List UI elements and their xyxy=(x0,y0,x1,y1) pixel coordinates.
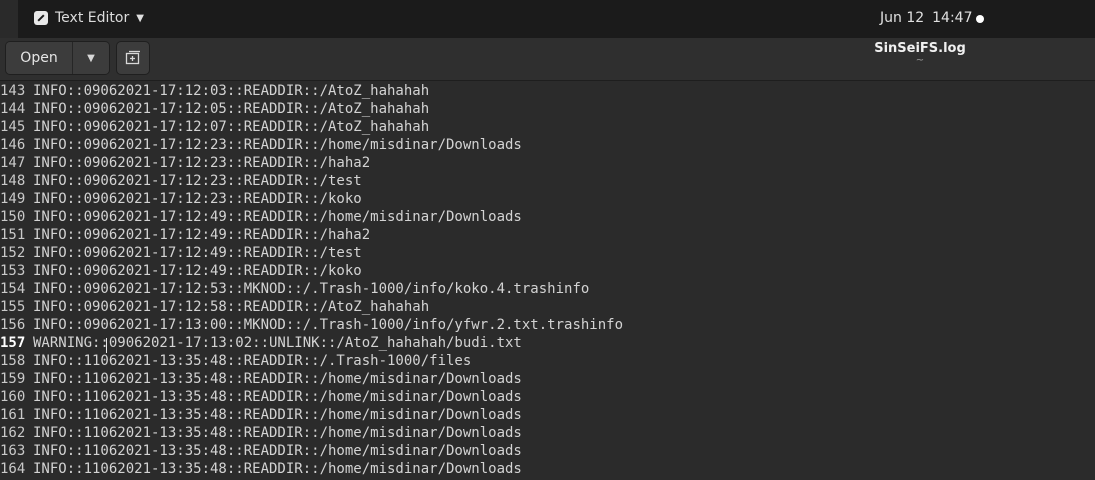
line-number: 157 xyxy=(0,335,26,351)
text-line[interactable]: 151 INFO::09062021-17:12:49::READDIR::/ha… xyxy=(0,226,1095,244)
line-text: INFO::09062021-17:12:23::READDIR::/home/… xyxy=(33,137,522,153)
line-text: INFO::11062021-13:35:48::READDIR::/home/… xyxy=(33,407,522,423)
text-line[interactable]: 153 INFO::09062021-17:12:49::READDIR::/ko… xyxy=(0,262,1095,280)
line-text: INFO::09062021-17:12:05::READDIR::/AtoZ_… xyxy=(33,101,430,117)
line-text: INFO::09062021-17:12:23::READDIR::/test xyxy=(33,173,362,189)
text-line[interactable]: 143 INFO::09062021-17:12:03::READDIR::/At… xyxy=(0,82,1095,100)
line-number: 149 xyxy=(0,191,26,207)
line-text: INFO::09062021-17:12:49::READDIR::/home/… xyxy=(33,209,522,225)
current-line[interactable]: 157 WARNING::09062021-17:13:02::UNLINK::/… xyxy=(0,334,1095,352)
line-number: 143 xyxy=(0,83,26,99)
line-text: INFO::09062021-17:12:03::READDIR::/AtoZ_… xyxy=(33,83,430,99)
top-bar: Text Editor ▼ Jun 12 14:47 xyxy=(0,0,1095,38)
document-title: SinSeiFS.log xyxy=(874,41,966,56)
line-text: INFO::09062021-17:12:53::MKNOD::/.Trash-… xyxy=(33,281,590,297)
new-tab-icon xyxy=(125,50,140,65)
text-line[interactable]: 145 INFO::09062021-17:12:07::READDIR::/At… xyxy=(0,118,1095,136)
text-line[interactable]: 160 INFO::11062021-13:35:48::READDIR::/ho… xyxy=(0,388,1095,406)
text-line[interactable]: 146 INFO::09062021-17:12:23::READDIR::/ho… xyxy=(0,136,1095,154)
line-number: 147 xyxy=(0,155,26,171)
line-text: INFO::09062021-17:12:07::READDIR::/AtoZ_… xyxy=(33,119,430,135)
line-number: 145 xyxy=(0,119,26,135)
line-number: 152 xyxy=(0,245,26,261)
line-text: INFO::11062021-13:35:48::READDIR::/home/… xyxy=(33,461,522,477)
clock[interactable]: Jun 12 14:47 xyxy=(880,10,981,26)
text-line[interactable]: 156 INFO::09062021-17:13:00::MKNOD::/.Tra… xyxy=(0,316,1095,334)
document-path: ~ xyxy=(915,55,925,66)
text-line[interactable]: 159 INFO::11062021-13:35:48::READDIR::/ho… xyxy=(0,370,1095,388)
text-cursor xyxy=(106,338,107,353)
app-menu-label: Text Editor xyxy=(55,10,130,26)
text-line[interactable]: 164 INFO::11062021-13:35:48::READDIR::/ho… xyxy=(0,460,1095,478)
line-number: 162 xyxy=(0,425,26,441)
line-text: INFO::11062021-13:35:48::READDIR::/home/… xyxy=(33,425,522,441)
title-area: SinSeiFS.log ~ xyxy=(860,41,980,66)
text-line[interactable]: 152 INFO::09062021-17:12:49::READDIR::/te… xyxy=(0,244,1095,262)
clock-time: 14:47 xyxy=(932,10,973,26)
line-number: 148 xyxy=(0,173,26,189)
line-text: INFO::09062021-17:12:23::READDIR::/koko xyxy=(33,191,362,207)
text-view[interactable]: 143 INFO::09062021-17:12:03::READDIR::/At… xyxy=(0,81,1095,480)
open-button-group: Open ▼ xyxy=(5,41,110,75)
line-number: 154 xyxy=(0,281,26,297)
clock-date: Jun 12 xyxy=(880,10,925,26)
line-text: INFO::11062021-13:35:48::READDIR::/home/… xyxy=(33,371,522,387)
text-line[interactable]: 147 INFO::09062021-17:12:23::READDIR::/ha… xyxy=(0,154,1095,172)
text-line[interactable]: 150 INFO::09062021-17:12:49::READDIR::/ho… xyxy=(0,208,1095,226)
notification-dot-icon xyxy=(976,15,984,23)
chevron-down-icon: ▼ xyxy=(87,52,95,64)
text-line[interactable]: 149 INFO::09062021-17:12:23::READDIR::/ko… xyxy=(0,190,1095,208)
open-button[interactable]: Open xyxy=(6,42,73,74)
text-line[interactable]: 162 INFO::11062021-13:35:48::READDIR::/ho… xyxy=(0,424,1095,442)
line-text: INFO::09062021-17:12:49::READDIR::/haha2 xyxy=(33,227,371,243)
line-number: 160 xyxy=(0,389,26,405)
line-text: INFO::09062021-17:13:00::MKNOD::/.Trash-… xyxy=(33,317,624,333)
line-number: 161 xyxy=(0,407,26,423)
text-line[interactable]: 144 INFO::09062021-17:12:05::READDIR::/At… xyxy=(0,100,1095,118)
text-line[interactable]: 154 INFO::09062021-17:12:53::MKNOD::/.Tra… xyxy=(0,280,1095,298)
text-line[interactable]: 155 INFO::09062021-17:12:58::READDIR::/At… xyxy=(0,298,1095,316)
line-text: INFO::09062021-17:12:23::READDIR::/haha2 xyxy=(33,155,371,171)
line-number: 153 xyxy=(0,263,26,279)
line-number: 156 xyxy=(0,317,26,333)
text-line[interactable]: 161 INFO::11062021-13:35:48::READDIR::/ho… xyxy=(0,406,1095,424)
line-text: INFO::09062021-17:12:49::READDIR::/test xyxy=(33,245,362,261)
text-line[interactable]: 148 INFO::09062021-17:12:23::READDIR::/te… xyxy=(0,172,1095,190)
line-text: INFO::11062021-13:35:48::READDIR::/home/… xyxy=(33,443,522,459)
line-text: INFO::09062021-17:12:58::READDIR::/AtoZ_… xyxy=(33,299,430,315)
line-number: 144 xyxy=(0,101,26,117)
line-number: 159 xyxy=(0,371,26,387)
text-line[interactable]: 158 INFO::11062021-13:35:48::READDIR::/.T… xyxy=(0,352,1095,370)
activities-strip[interactable] xyxy=(0,0,18,38)
new-document-button[interactable] xyxy=(116,41,150,75)
line-number: 146 xyxy=(0,137,26,153)
line-text: INFO::11062021-13:35:48::READDIR::/.Tras… xyxy=(33,353,472,369)
line-text: INFO::11062021-13:35:48::READDIR::/home/… xyxy=(33,389,522,405)
header-bar: Open ▼ SinSeiFS.log ~ xyxy=(0,38,1095,81)
line-number: 163 xyxy=(0,443,26,459)
caret-down-icon: ▼ xyxy=(136,12,144,24)
text-line[interactable]: 163 INFO::11062021-13:35:48::READDIR::/ho… xyxy=(0,442,1095,460)
line-number: 155 xyxy=(0,299,26,315)
line-number: 150 xyxy=(0,209,26,225)
line-number: 151 xyxy=(0,227,26,243)
app-menu[interactable]: Text Editor ▼ xyxy=(34,10,144,26)
text-editor-icon xyxy=(34,11,48,25)
line-number: 164 xyxy=(0,461,26,477)
line-text: INFO::09062021-17:12:49::READDIR::/koko xyxy=(33,263,362,279)
open-dropdown-button[interactable]: ▼ xyxy=(73,42,109,74)
line-number: 158 xyxy=(0,353,26,369)
